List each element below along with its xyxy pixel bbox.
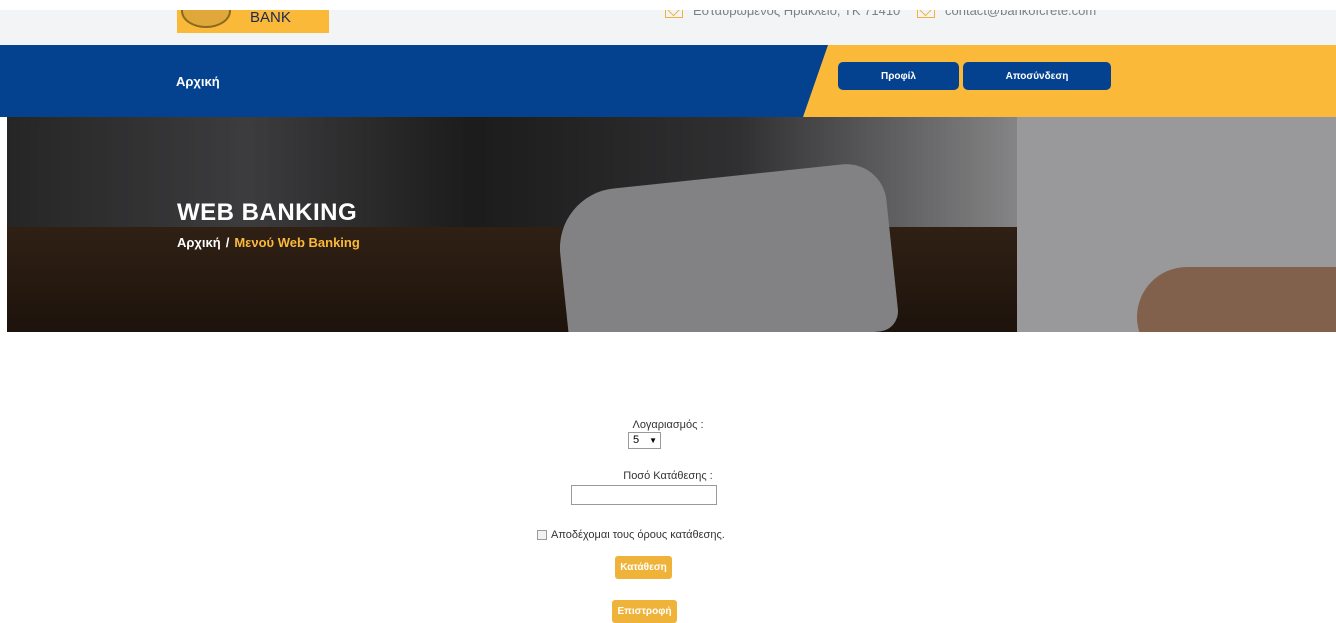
location-icon <box>665 10 683 18</box>
dropdown-arrow-icon: ▼ <box>649 436 657 445</box>
address-text: Εσταυρωμένος Ηράκλειο, ΤΚ 71410 <box>693 10 901 18</box>
breadcrumb: Αρχική / Μενού Web Banking <box>177 235 360 250</box>
logo-text: BANK <box>250 10 291 26</box>
contact-address: Εσταυρωμένος Ηράκλειο, ΤΚ 71410 <box>665 10 900 18</box>
email-text[interactable]: contact@bankofcrete.com <box>945 10 1096 18</box>
bank-logo[interactable]: BANK <box>177 10 329 33</box>
breadcrumb-separator: / <box>225 235 230 250</box>
profile-button[interactable]: Προφίλ <box>838 62 959 90</box>
account-select-value: 5 <box>633 434 640 446</box>
contact-email: contact@bankofcrete.com <box>917 10 1096 18</box>
top-bar: BANK Εσταυρωμένος Ηράκλειο, ΤΚ 71410 con… <box>0 10 1336 45</box>
amount-input[interactable] <box>571 485 717 505</box>
hero-banner: WEB BANKING Αρχική / Μενού Web Banking <box>7 117 1336 332</box>
account-label: Λογαριασμός : <box>632 419 704 431</box>
terms-row: Αποδέχομαι τους όρους κατάθεσης. <box>537 529 725 541</box>
bank-seal-icon <box>181 10 231 28</box>
back-button[interactable]: Επιστροφή <box>612 600 677 623</box>
terms-label: Αποδέχομαι τους όρους κατάθεσης. <box>551 529 725 541</box>
account-select[interactable]: 5 ▼ <box>628 432 661 449</box>
breadcrumb-current: Μενού Web Banking <box>234 235 360 250</box>
main-navbar: Αρχική Προφίλ Αποσύνδεση <box>0 45 1336 117</box>
page-title: WEB BANKING <box>177 199 358 226</box>
deposit-button[interactable]: Κατάθεση <box>615 556 672 579</box>
logout-button[interactable]: Αποσύνδεση <box>963 62 1111 90</box>
mail-icon <box>917 10 935 18</box>
nav-home-link[interactable]: Αρχική <box>176 74 220 89</box>
amount-label: Ποσό Κατάθεσης : <box>623 470 713 482</box>
breadcrumb-home[interactable]: Αρχική <box>177 235 221 250</box>
terms-checkbox[interactable] <box>537 530 547 540</box>
deposit-form: Λογαριασμός : 5 ▼ Ποσό Κατάθεσης : Αποδέ… <box>0 332 1336 623</box>
